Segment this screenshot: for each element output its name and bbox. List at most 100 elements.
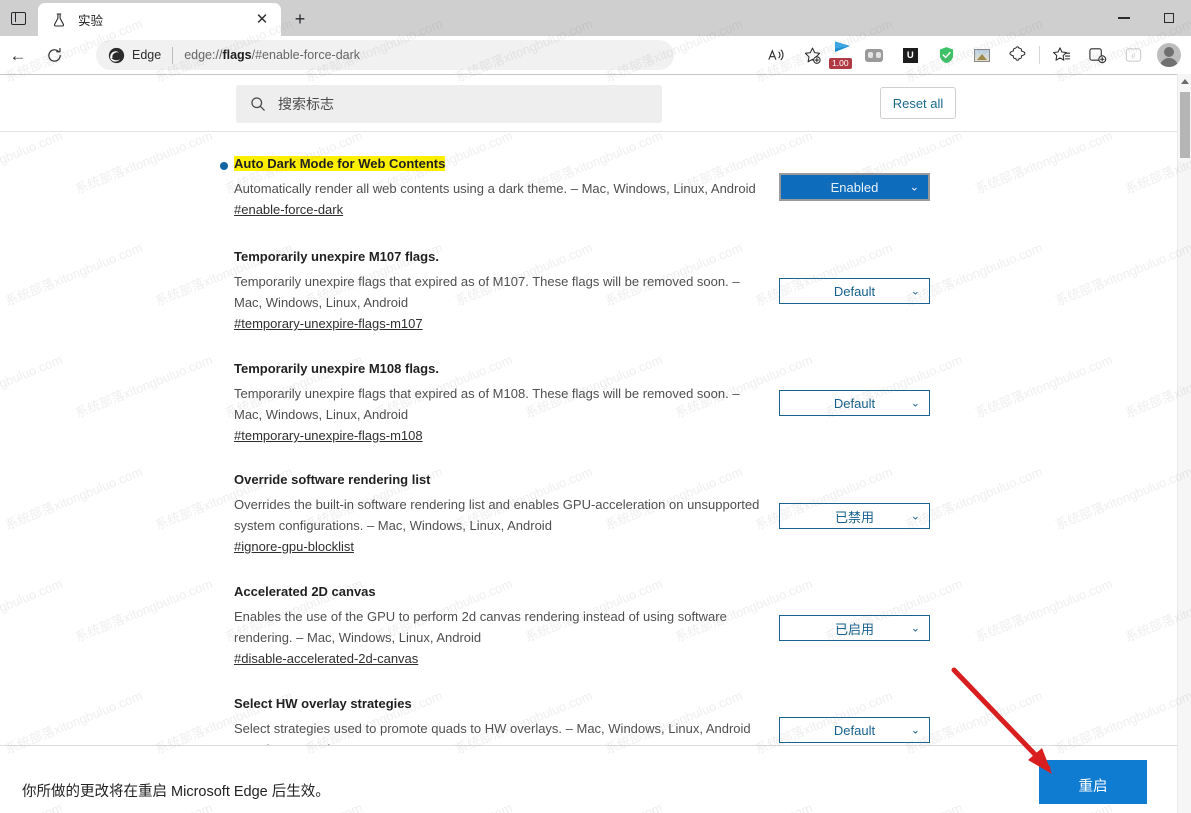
title-bar: 实验 ✕ + <box>0 0 1191 36</box>
chevron-down-icon: ⌄ <box>909 181 919 194</box>
read-aloud-icon <box>767 48 783 60</box>
flag-text: Accelerated 2D canvas Enables the use of… <box>234 583 764 668</box>
flag-state-select[interactable]: Default ⌄ <box>779 390 930 416</box>
flag-title: Override software rendering list <box>234 472 431 487</box>
flag-description: Automatically render all web contents us… <box>234 181 756 196</box>
image-extension-button[interactable] <box>964 39 1000 71</box>
adblock-shield-button[interactable] <box>928 39 964 71</box>
address-bar[interactable]: Edge edge://flags/#enable-force-dark <box>96 40 674 70</box>
edge-brand-label: Edge <box>132 48 162 62</box>
tab-preview-icon <box>10 11 26 25</box>
toolbar-right-icons: 1.00 U e <box>758 36 1187 74</box>
video-flag-icon <box>835 41 850 52</box>
flags-page: 搜索标志 Reset all Auto Dark Mode for Web Co… <box>0 74 1191 813</box>
omnibox-divider <box>172 46 174 64</box>
flag-state-select[interactable]: Default ⌄ <box>779 717 930 743</box>
restart-message: 你所做的更改将在重启 Microsoft Edge 后生效。 <box>22 784 330 800</box>
flag-state-value: Default <box>833 283 876 299</box>
chevron-down-icon: ⌄ <box>910 397 920 410</box>
flask-icon <box>50 11 68 29</box>
flag-anchor-link[interactable]: #disable-accelerated-2d-canvas <box>234 651 418 666</box>
chevron-down-icon: ⌄ <box>910 724 920 737</box>
flag-state-select[interactable]: Enabled ⌄ <box>779 173 930 201</box>
add-favorite-button[interactable] <box>794 39 830 71</box>
flags-search-row: 搜索标志 Reset all <box>236 85 956 127</box>
extensions-puzzle-icon <box>1009 46 1026 61</box>
video-download-badge: 1.00 <box>829 58 852 69</box>
flag-state-value: Enabled <box>830 179 879 195</box>
video-download-button[interactable]: 1.00 <box>829 40 856 70</box>
favorites-icon <box>1052 47 1070 61</box>
new-tab-button[interactable]: + <box>286 6 314 32</box>
chevron-down-icon: ⌄ <box>910 285 920 298</box>
avatar <box>1157 43 1181 67</box>
search-icon <box>251 97 265 111</box>
flag-title: Temporarily unexpire M107 flags. <box>234 249 439 264</box>
flag-anchor-link[interactable]: #temporary-unexpire-flags-m107 <box>234 316 423 331</box>
restart-button[interactable]: 重启 <box>1039 760 1147 804</box>
page-top-divider <box>0 74 1177 75</box>
refresh-icon <box>47 47 61 62</box>
chevron-down-icon: ⌄ <box>910 510 920 523</box>
maximize-button[interactable] <box>1146 0 1191 36</box>
image-extension-icon <box>974 48 990 62</box>
flag-title: Auto Dark Mode for Web Contents <box>234 156 446 171</box>
flag-title: Accelerated 2D canvas <box>234 584 376 599</box>
back-button[interactable]: ← <box>0 39 36 71</box>
split-screen-icon: e <box>1125 48 1141 62</box>
flag-anchor-link[interactable]: #temporary-unexpire-flags-m108 <box>234 428 423 443</box>
flag-state-select[interactable]: 已禁用 ⌄ <box>779 503 930 529</box>
flag-modified-marker <box>220 162 228 170</box>
page-scrollbar[interactable] <box>1177 74 1191 813</box>
browser-window: 实验 ✕ + ← Edge edge://flags/#enable-force… <box>0 0 1191 813</box>
chevron-down-icon: ⌄ <box>910 622 920 635</box>
flag-state-value: 已禁用 <box>834 509 874 525</box>
flag-title: Temporarily unexpire M108 flags. <box>234 361 439 376</box>
flag-anchor-link[interactable]: #enable-force-dark <box>234 202 343 217</box>
search-input[interactable]: 搜索标志 <box>236 85 662 123</box>
scrollbar-thumb[interactable] <box>1180 92 1190 158</box>
reload-button[interactable] <box>36 39 72 71</box>
flag-state-value: Default <box>833 395 876 411</box>
maximize-icon <box>1163 13 1174 23</box>
tab-title: 实验 <box>78 14 104 28</box>
profile-button[interactable] <box>1151 39 1187 71</box>
flag-state-value: 已启用 <box>834 621 874 637</box>
reset-all-button[interactable]: Reset all <box>880 87 956 119</box>
window-controls <box>1101 0 1191 36</box>
flag-text: Auto Dark Mode for Web Contents Automati… <box>234 155 764 219</box>
search-placeholder: 搜索标志 <box>278 96 334 112</box>
flag-state-select[interactable]: 已启用 ⌄ <box>779 615 930 641</box>
toolbar-divider <box>1039 46 1040 64</box>
extensions-button[interactable] <box>1000 39 1036 71</box>
omnibox-url: edge://flags/#enable-force-dark <box>184 48 360 62</box>
flag-text: Temporarily unexpire M108 flags. Tempora… <box>234 360 764 445</box>
read-aloud-button[interactable] <box>758 39 794 71</box>
url-prefix: edge:// <box>184 48 223 62</box>
back-arrow-icon: ← <box>9 45 27 65</box>
flag-state-value: Default <box>833 722 876 738</box>
extension-gray-icon <box>865 48 883 62</box>
flags-list: Auto Dark Mode for Web Contents Automati… <box>0 132 1177 757</box>
split-screen-button[interactable]: e <box>1115 39 1151 71</box>
url-suffix: /#enable-force-dark <box>251 48 361 62</box>
tab-preview-button[interactable] <box>0 0 36 36</box>
collections-icon <box>1088 48 1106 64</box>
close-tab-icon[interactable]: ✕ <box>249 7 275 33</box>
url-host: flags <box>222 48 252 62</box>
collections-button[interactable] <box>1079 39 1115 71</box>
adblock-shield-icon <box>939 47 953 64</box>
extension-u-icon: U <box>902 47 918 63</box>
favorites-button[interactable] <box>1043 39 1079 71</box>
flag-state-select[interactable]: Default ⌄ <box>779 278 930 304</box>
extension-u-button[interactable]: U <box>892 39 928 71</box>
scroll-up-icon[interactable] <box>1181 79 1189 84</box>
extension-gray-button[interactable] <box>856 39 892 71</box>
flag-description: Select strategies used to promote quads … <box>234 721 751 736</box>
browser-tab[interactable]: 实验 ✕ <box>38 3 281 36</box>
flag-description: Enables the use of the GPU to perform 2d… <box>234 609 727 645</box>
flag-title: Select HW overlay strategies <box>234 696 412 711</box>
add-favorite-icon <box>804 47 821 64</box>
flag-anchor-link[interactable]: #ignore-gpu-blocklist <box>234 539 354 554</box>
minimize-button[interactable] <box>1101 0 1146 36</box>
